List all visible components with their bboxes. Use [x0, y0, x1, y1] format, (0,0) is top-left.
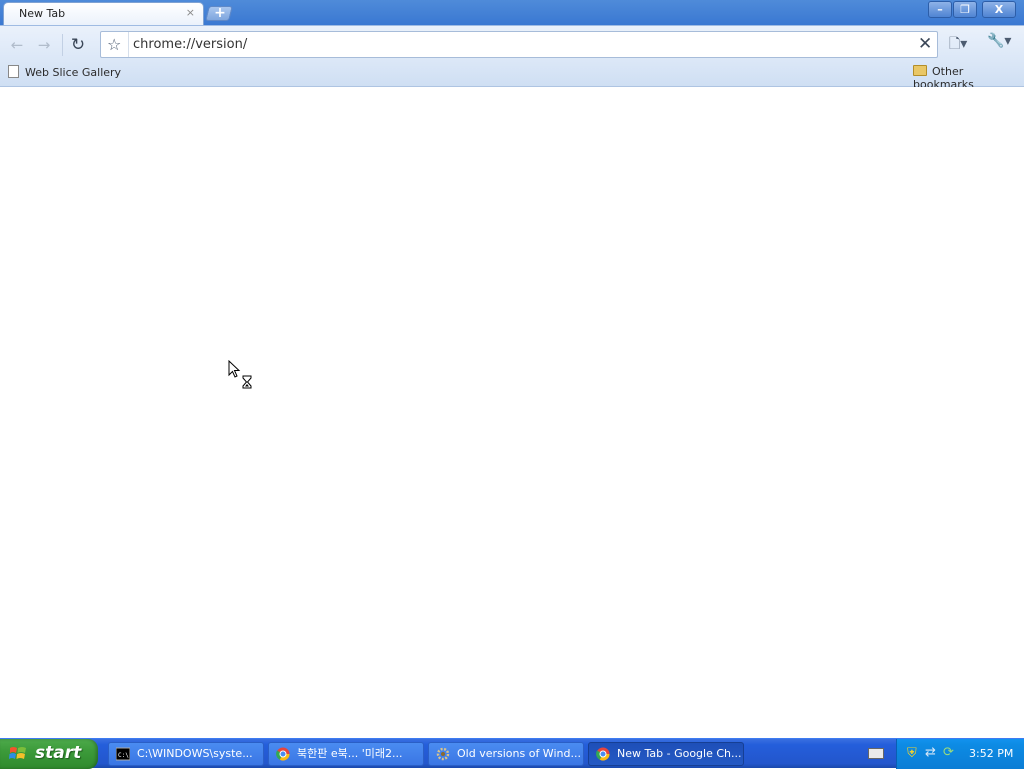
bookmark-star-icon[interactable]: ☆: [107, 35, 121, 54]
reload-button[interactable]: ↻: [67, 34, 89, 56]
browser-toolbar: ← → ↻ ☆ chrome://version/ ✕ 🗋▾ 🔧▾: [0, 25, 1024, 61]
chrome-icon: [276, 747, 290, 761]
task-label: Old versions of Wind...: [457, 747, 581, 760]
forward-button[interactable]: →: [33, 34, 55, 56]
task-label: New Tab - Google Ch...: [617, 747, 742, 760]
wrench-menu-icon[interactable]: 🔧▾: [987, 33, 1011, 49]
task-label: C:\WINDOWS\syste...: [137, 747, 253, 760]
close-window-button[interactable]: X: [982, 1, 1016, 18]
new-tab-button[interactable]: +: [205, 5, 233, 21]
chrome-icon: [596, 747, 610, 761]
svg-text:C:\: C:\: [118, 752, 129, 759]
update-icon[interactable]: ⟳: [943, 745, 954, 760]
plus-icon: +: [214, 5, 226, 21]
minimize-button[interactable]: –: [928, 1, 952, 18]
toolbar-divider: [62, 34, 63, 56]
network-icon[interactable]: ⇄: [925, 745, 936, 760]
busy-cursor-icon: [228, 360, 252, 389]
back-button[interactable]: ←: [6, 34, 28, 56]
bookmark-web-slice-gallery[interactable]: Web Slice Gallery: [8, 65, 121, 79]
omnibox-divider: [128, 32, 129, 57]
security-shield-icon[interactable]: ⛨: [907, 746, 917, 761]
tab-new-tab[interactable]: New Tab ×: [3, 2, 204, 26]
url-text[interactable]: chrome://version/: [133, 37, 247, 52]
task-old-versions[interactable]: Old versions of Wind...: [428, 742, 584, 766]
start-label: start: [35, 743, 82, 763]
cmd-icon: C:\: [116, 747, 130, 761]
task-new-tab-chrome[interactable]: New Tab - Google Ch...: [588, 742, 744, 766]
page-menu-icon[interactable]: 🗋▾: [949, 33, 967, 57]
keyboard-icon[interactable]: [868, 748, 884, 759]
bookmark-label: Web Slice Gallery: [25, 66, 122, 79]
page-icon: [8, 65, 19, 78]
bookmarks-bar: Web Slice Gallery Other bookmarks: [0, 61, 1024, 91]
tab-close-icon[interactable]: ×: [186, 6, 195, 19]
clock[interactable]: 3:52 PM: [969, 747, 1013, 760]
system-tray: ⛨ ⇄ ⟳ 3:52 PM: [896, 739, 1024, 769]
start-button[interactable]: start: [0, 739, 98, 769]
task-cmd[interactable]: C:\ C:\WINDOWS\syste...: [108, 742, 264, 766]
page-content[interactable]: [0, 87, 1024, 738]
stop-icon[interactable]: ✕: [918, 34, 932, 54]
folder-icon: [913, 65, 927, 76]
tab-title: New Tab: [19, 7, 66, 20]
task-chrome-north-korea[interactable]: 북한판 e북... '미래2...: [268, 742, 424, 766]
taskbar: start C:\ C:\WINDOWS\syste... 북한판 e북... …: [0, 738, 1024, 769]
task-label: 북한판 e북... '미래2...: [297, 747, 403, 760]
restore-button[interactable]: ❐: [953, 1, 977, 18]
title-bar: New Tab × + – ❐ X: [0, 0, 1024, 26]
gear-icon: [436, 747, 450, 761]
address-bar[interactable]: ☆ chrome://version/ ✕: [100, 31, 938, 58]
windows-logo-icon: [9, 747, 26, 759]
